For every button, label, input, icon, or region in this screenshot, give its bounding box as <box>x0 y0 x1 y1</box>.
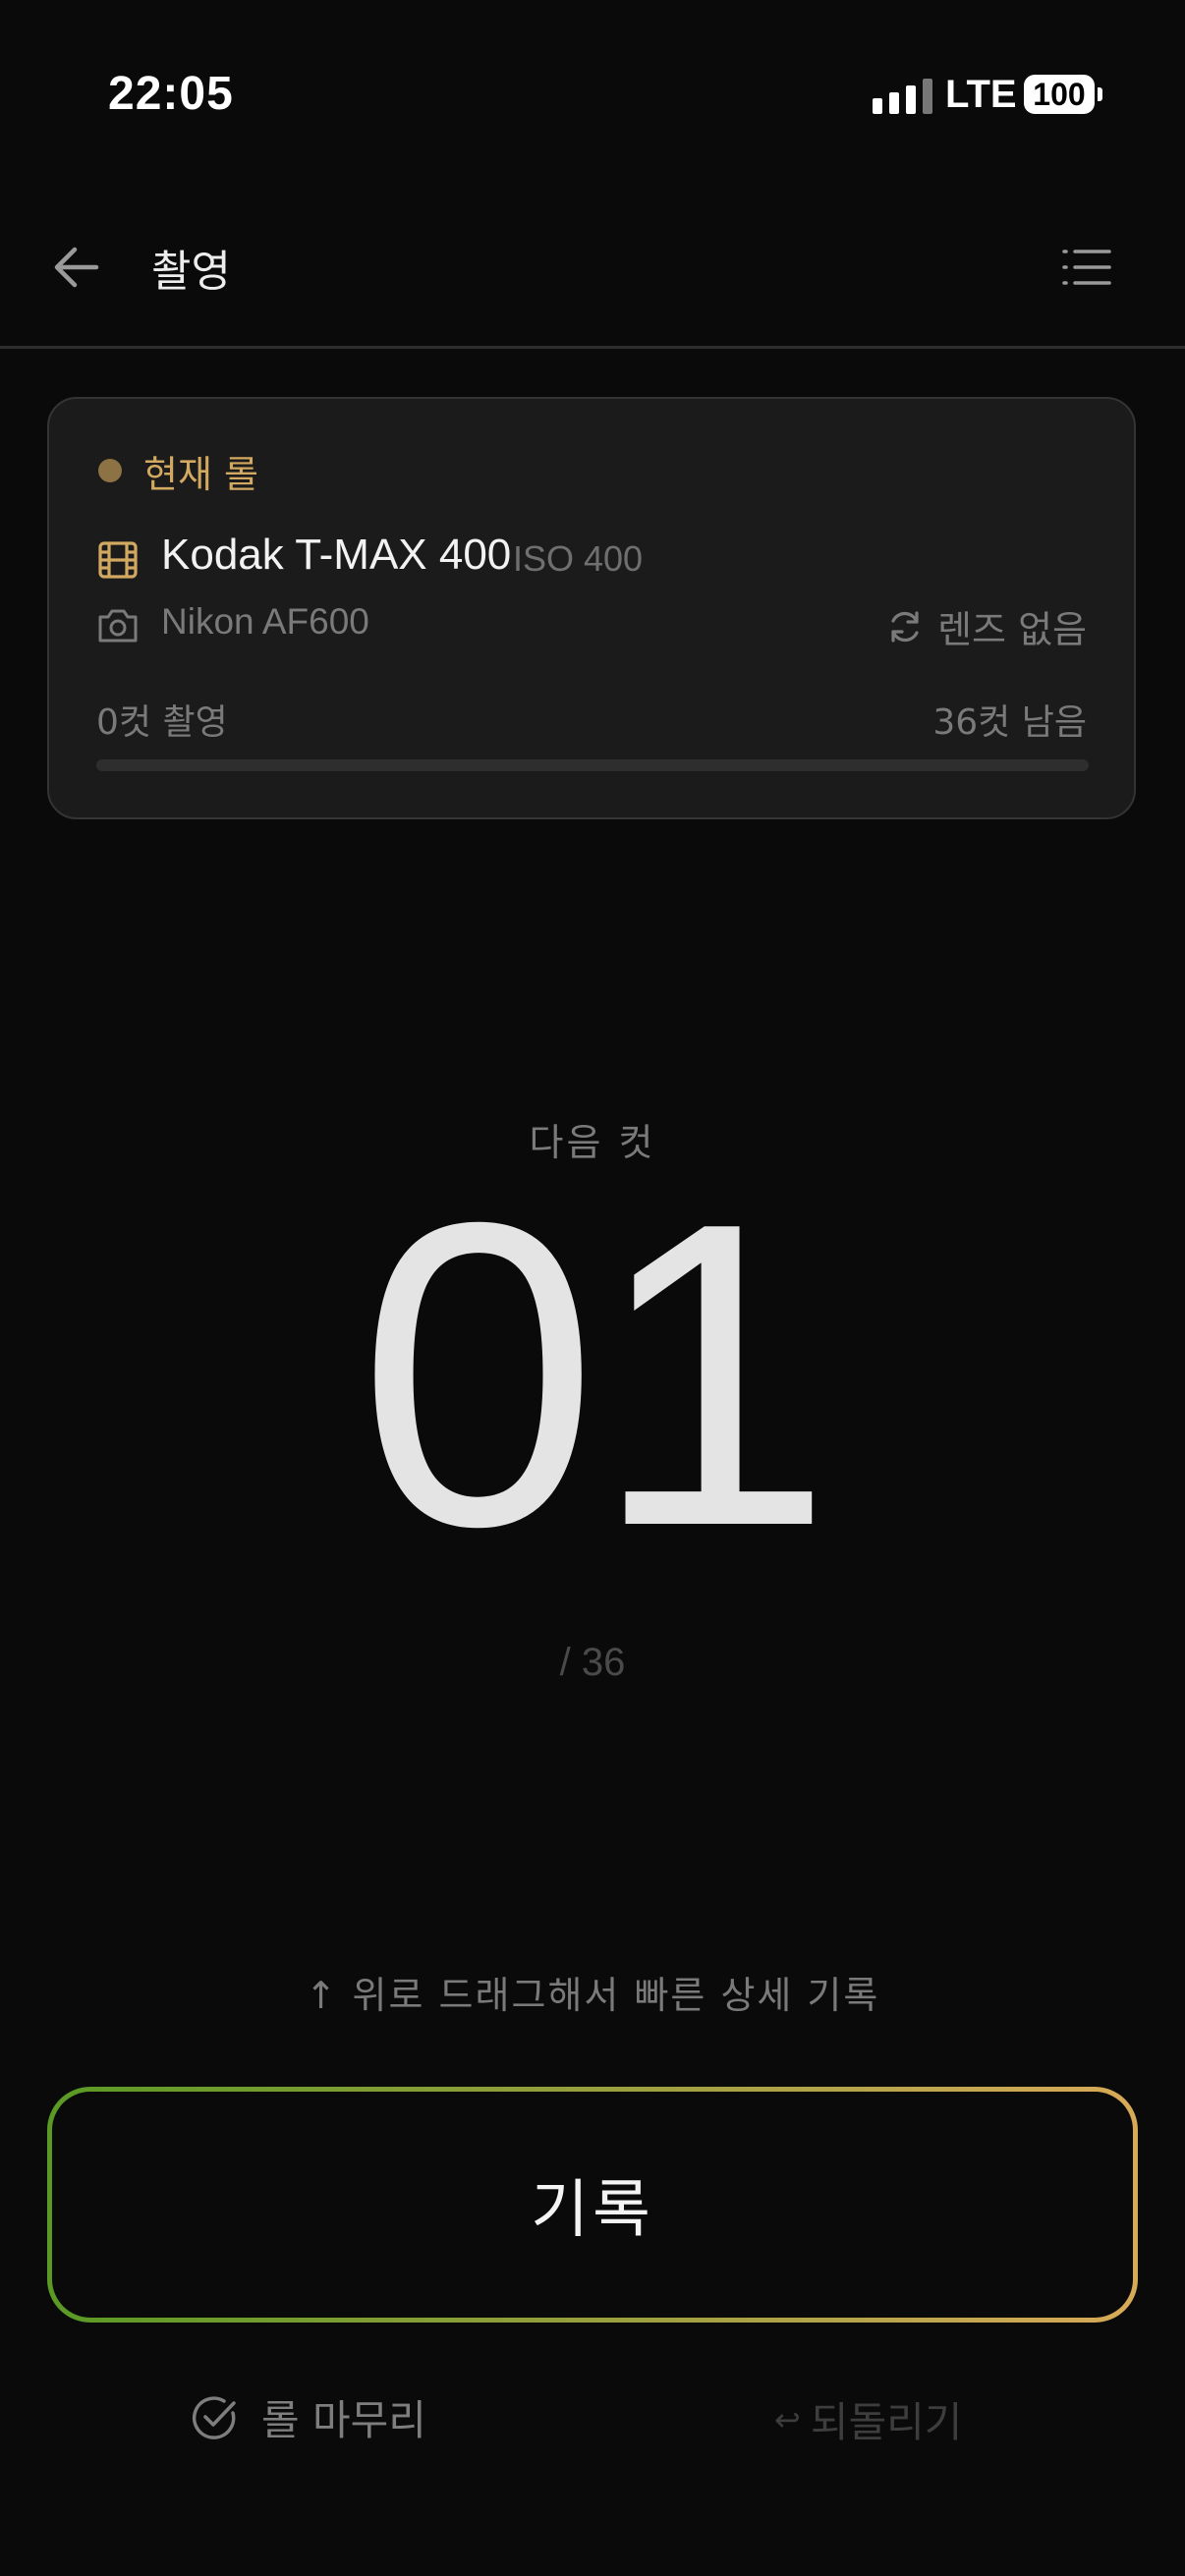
back-arrow-icon <box>54 247 99 288</box>
record-label: 기록 <box>531 2174 654 2247</box>
network-type: LTE <box>945 73 1017 116</box>
refresh-icon <box>891 610 919 643</box>
current-roll-dot <box>98 459 122 482</box>
status-time: 22:05 <box>108 68 234 120</box>
undo-icon: ↩ <box>774 2400 801 2438</box>
finish-roll-button[interactable]: 롤 마무리 <box>191 2387 426 2447</box>
check-circle-icon <box>193 2395 236 2439</box>
next-frame-number: 01 <box>358 1134 832 1616</box>
film-name: Kodak T-MAX 400 <box>161 531 512 579</box>
back-button[interactable] <box>41 232 112 303</box>
film-icon <box>98 541 138 579</box>
roll-list-button[interactable] <box>1051 232 1122 303</box>
header-divider <box>0 346 1185 349</box>
shots-taken: 0컷 촬영 <box>96 702 228 743</box>
shots-remaining: 36컷 남음 <box>932 702 1087 743</box>
current-roll-label: 현재 롤 <box>143 453 258 496</box>
lens-selector[interactable]: 렌즈 없음 <box>886 599 1087 653</box>
finish-roll-label: 롤 마무리 <box>261 2396 426 2444</box>
battery-tip <box>1098 87 1102 101</box>
camera-icon <box>98 609 138 643</box>
record-button[interactable]: 기록 <box>47 2087 1138 2323</box>
list-menu-icon <box>1062 250 1111 285</box>
film-iso: ISO 400 <box>513 538 644 579</box>
signal-strength-icon <box>873 77 932 114</box>
frame-total: / 36 <box>559 1641 626 1684</box>
drag-hint: ↑ 위로 드래그해서 빠른 상세 기록 <box>305 1974 880 2017</box>
camera-name: Nikon AF600 <box>161 601 369 642</box>
undo-button[interactable]: ↩ 되돌리기 <box>774 2389 962 2449</box>
battery-indicator: 100 <box>1024 75 1095 114</box>
page-title: 촬영 <box>151 247 231 297</box>
lens-label: 렌즈 없음 <box>937 608 1087 651</box>
roll-progress-bar <box>96 759 1089 771</box>
undo-label: 되돌리기 <box>810 2398 963 2446</box>
